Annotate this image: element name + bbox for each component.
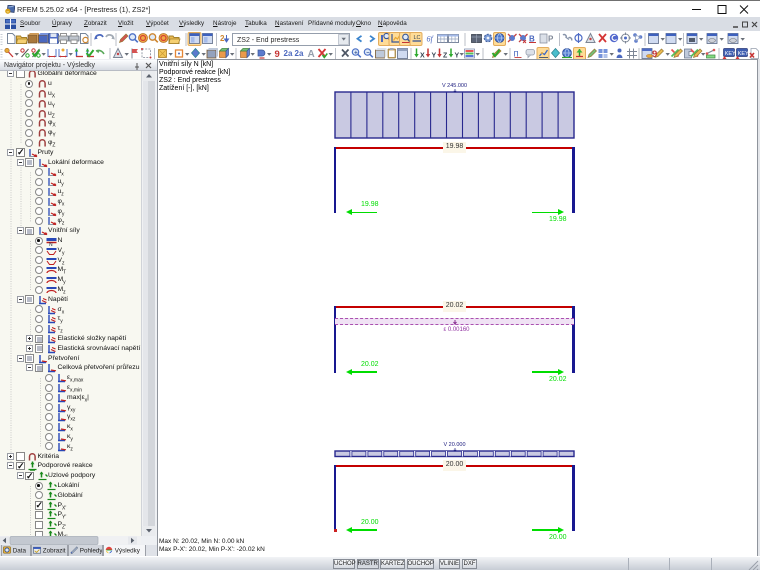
svg-text:+: + [354, 50, 358, 56]
svg-text:ZS2 - End prestress: ZS2 - End prestress [237, 37, 300, 44]
svg-text:−: − [366, 50, 370, 56]
svg-text:6f: 6f [427, 35, 435, 44]
svg-text:2a: 2a [295, 49, 304, 58]
svg-text:2a: 2a [284, 49, 293, 58]
svg-text:KEY: KEY [738, 51, 749, 57]
svg-text:LC: LC [414, 35, 421, 41]
svg-text:Π: Π [514, 50, 519, 60]
svg-text:P: P [548, 35, 554, 44]
svg-text:KEY: KEY [725, 51, 736, 57]
